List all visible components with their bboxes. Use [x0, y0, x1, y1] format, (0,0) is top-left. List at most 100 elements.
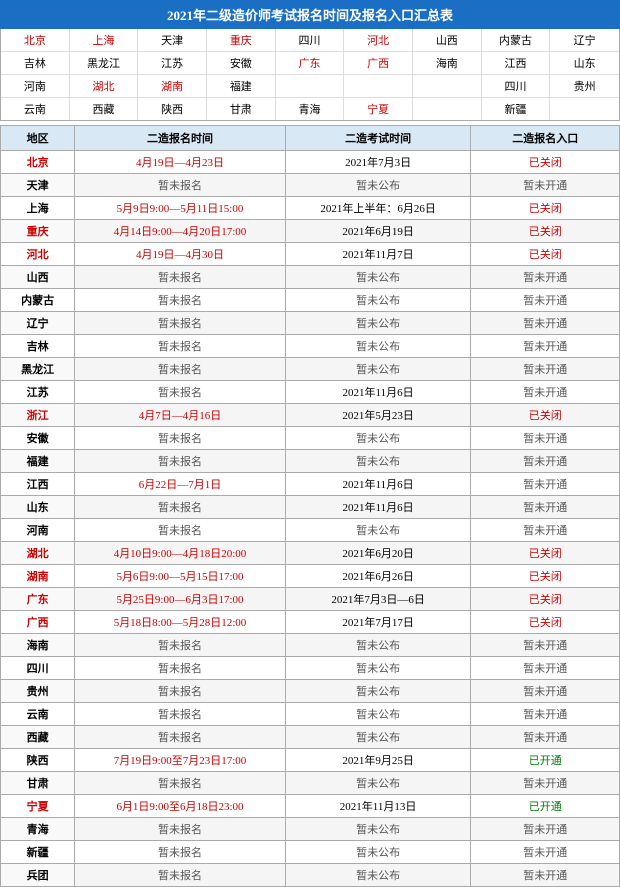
table-row: 内蒙古暂未报名暂未公布暂未开通 [1, 289, 620, 312]
entry-cell[interactable]: 暂未开通 [471, 473, 620, 496]
entry-cell[interactable]: 已开通 [471, 749, 620, 772]
entry-cell[interactable]: 暂未开通 [471, 772, 620, 795]
nav-shandong[interactable]: 山东 [550, 52, 619, 74]
entry-cell[interactable]: 已开通 [471, 795, 620, 818]
nav-hubei[interactable]: 湖北 [70, 75, 139, 97]
exam-cell: 2021年5月23日 [285, 404, 471, 427]
exam-cell: 暂未公布 [285, 450, 471, 473]
exam-cell: 2021年11月6日 [285, 473, 471, 496]
nav-xinjiang[interactable]: 新疆 [482, 98, 551, 120]
entry-cell[interactable]: 暂未开通 [471, 703, 620, 726]
nav-anhui-r2[interactable]: 安徽 [207, 52, 276, 74]
entry-cell[interactable]: 已关闭 [471, 542, 620, 565]
nav-xizang[interactable]: 西藏 [70, 98, 139, 120]
nav-liaoning[interactable]: 辽宁 [550, 29, 619, 51]
exam-cell: 2021年9月25日 [285, 749, 471, 772]
nav-shaanxi[interactable]: 陕西 [138, 98, 207, 120]
nav-jiangsu[interactable]: 江苏 [138, 52, 207, 74]
nav-chongqing[interactable]: 重庆 [207, 29, 276, 51]
entry-cell[interactable]: 暂未开通 [471, 381, 620, 404]
signup-cell: 5月6日9:00—5月15日17:00 [75, 565, 285, 588]
region-cell: 重庆 [1, 220, 75, 243]
entry-cell[interactable]: 已关闭 [471, 565, 620, 588]
entry-cell[interactable]: 暂未开通 [471, 818, 620, 841]
signup-cell: 暂未报名 [75, 657, 285, 680]
nav-jiangxi-r2[interactable]: 江西 [482, 52, 551, 74]
exam-cell: 2021年6月19日 [285, 220, 471, 243]
entry-cell[interactable]: 暂未开通 [471, 864, 620, 887]
entry-cell[interactable]: 暂未开通 [471, 312, 620, 335]
entry-cell[interactable]: 已关闭 [471, 197, 620, 220]
entry-cell[interactable]: 已关闭 [471, 588, 620, 611]
table-row: 福建暂未报名暂未公布暂未开通 [1, 450, 620, 473]
nav-heilongjiang[interactable]: 黑龙江 [70, 52, 139, 74]
entry-cell[interactable]: 已关闭 [471, 220, 620, 243]
table-row: 贵州暂未报名暂未公布暂未开通 [1, 680, 620, 703]
nav-jilin[interactable]: 吉林 [1, 52, 70, 74]
entry-cell[interactable]: 暂未开通 [471, 657, 620, 680]
nav-gansu[interactable]: 甘肃 [207, 98, 276, 120]
nav-guangdong-r2[interactable]: 广东 [276, 52, 345, 74]
nav-empty2 [550, 98, 619, 120]
region-cell: 江苏 [1, 381, 75, 404]
signup-cell: 暂未报名 [75, 335, 285, 358]
exam-cell: 暂未公布 [285, 312, 471, 335]
signup-cell: 4月19日—4月30日 [75, 243, 285, 266]
nav-fujian[interactable]: 福建 [207, 75, 276, 97]
nav-guangxi-r3[interactable] [344, 75, 413, 97]
region-cell: 黑龙江 [1, 358, 75, 381]
region-cell: 内蒙古 [1, 289, 75, 312]
entry-cell[interactable]: 暂未开通 [471, 427, 620, 450]
entry-cell[interactable]: 暂未开通 [471, 358, 620, 381]
nav-qinghai[interactable]: 青海 [276, 98, 345, 120]
entry-cell[interactable]: 暂未开通 [471, 266, 620, 289]
nav-henan[interactable]: 河南 [1, 75, 70, 97]
signup-cell: 暂未报名 [75, 381, 285, 404]
entry-cell[interactable]: 暂未开通 [471, 496, 620, 519]
nav-hunan[interactable]: 湖南 [138, 75, 207, 97]
nav-neimenggu[interactable]: 内蒙古 [482, 29, 551, 51]
nav-ningxia[interactable]: 宁夏 [344, 98, 413, 120]
region-cell: 湖南 [1, 565, 75, 588]
nav-guangdong-r3[interactable] [276, 75, 345, 97]
nav-guangxi-r2[interactable]: 广西 [344, 52, 413, 74]
region-cell: 湖北 [1, 542, 75, 565]
nav-beijing[interactable]: 北京 [1, 29, 70, 51]
region-cell: 贵州 [1, 680, 75, 703]
entry-cell[interactable]: 暂未开通 [471, 450, 620, 473]
col-region: 地区 [1, 126, 75, 151]
nav-sichuan-r1[interactable]: 四川 [276, 29, 345, 51]
signup-cell: 5月18日8:00—5月28日12:00 [75, 611, 285, 634]
region-cell: 云南 [1, 703, 75, 726]
entry-cell[interactable]: 暂未开通 [471, 680, 620, 703]
entry-cell[interactable]: 暂未开通 [471, 519, 620, 542]
signup-cell: 暂未报名 [75, 680, 285, 703]
nav-hainan-r3[interactable] [413, 75, 482, 97]
table-row: 辽宁暂未报名暂未公布暂未开通 [1, 312, 620, 335]
entry-cell[interactable]: 已关闭 [471, 404, 620, 427]
entry-cell[interactable]: 已关闭 [471, 243, 620, 266]
table-row: 北京4月19日—4月23日2021年7月3日已关闭 [1, 151, 620, 174]
nav-shanxi[interactable]: 山西 [413, 29, 482, 51]
entry-cell[interactable]: 暂未开通 [471, 289, 620, 312]
signup-cell: 暂未报名 [75, 266, 285, 289]
entry-cell[interactable]: 已关闭 [471, 611, 620, 634]
nav-sichuan-r3[interactable]: 四川 [482, 75, 551, 97]
entry-cell[interactable]: 暂未开通 [471, 174, 620, 197]
nav-tianjin[interactable]: 天津 [138, 29, 207, 51]
entry-cell[interactable]: 暂未开通 [471, 634, 620, 657]
signup-cell: 暂未报名 [75, 818, 285, 841]
entry-cell[interactable]: 已关闭 [471, 151, 620, 174]
region-cell: 宁夏 [1, 795, 75, 818]
region-cell: 四川 [1, 657, 75, 680]
nav-hainan-r2[interactable]: 海南 [413, 52, 482, 74]
nav-shanghai[interactable]: 上海 [70, 29, 139, 51]
entry-cell[interactable]: 暂未开通 [471, 726, 620, 749]
entry-cell[interactable]: 暂未开通 [471, 841, 620, 864]
nav-yunnan[interactable]: 云南 [1, 98, 70, 120]
table-row: 江苏暂未报名2021年11月6日暂未开通 [1, 381, 620, 404]
exam-cell: 暂未公布 [285, 289, 471, 312]
entry-cell[interactable]: 暂未开通 [471, 335, 620, 358]
nav-hebei[interactable]: 河北 [344, 29, 413, 51]
nav-guizhou[interactable]: 贵州 [550, 75, 619, 97]
